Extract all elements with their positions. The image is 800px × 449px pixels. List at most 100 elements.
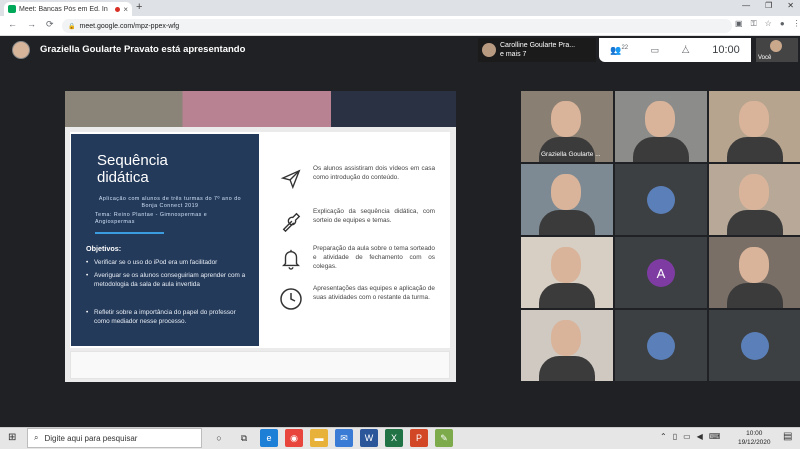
windows-start-icon[interactable]: ⊞ bbox=[8, 432, 16, 443]
maximize-button[interactable]: ❐ bbox=[765, 1, 772, 10]
participant-body bbox=[539, 210, 595, 235]
participants-label: Carolline Goularte Pra... e mais 7 bbox=[500, 41, 575, 59]
chevron-up-icon[interactable]: ⌃ bbox=[660, 432, 667, 441]
new-tab-button[interactable]: + bbox=[136, 1, 142, 13]
participant-tile[interactable] bbox=[521, 310, 613, 381]
profile-icon[interactable]: ● bbox=[780, 19, 785, 29]
objective-item: Averiguar se os alunos conseguiriam apre… bbox=[86, 271, 252, 289]
url-field[interactable]: 🔒 meet.google.com/mpz-ppex-wfg bbox=[62, 19, 732, 33]
step-item: Apresentações das equipes e aplicação de… bbox=[278, 284, 438, 324]
tab-title: Meet: Bancas Pós em Ed. In bbox=[19, 5, 108, 13]
participant-tile[interactable]: Graziella Goularte ... bbox=[521, 91, 613, 162]
step-item: Preparação da aula sobre o tema sorteado… bbox=[278, 244, 438, 284]
participant-video bbox=[739, 101, 769, 137]
participant-avatar bbox=[482, 43, 496, 57]
participant-tile[interactable] bbox=[521, 164, 613, 235]
recording-dot-icon bbox=[115, 6, 121, 12]
participant-video bbox=[551, 101, 581, 137]
camera-icon[interactable]: ▣ bbox=[735, 19, 743, 29]
taskbar-apps: ○ ⧉ e ◉ ▬ ✉ W X P ✎ bbox=[210, 429, 453, 447]
participants-more: e mais 7 bbox=[500, 51, 527, 58]
participant-avatar bbox=[647, 186, 675, 214]
participant-video bbox=[551, 174, 581, 210]
participant-initial-avatar: A bbox=[647, 259, 675, 287]
objectives-heading: Objetivos: bbox=[86, 244, 122, 253]
nav-buttons: ← → ⟳ bbox=[8, 19, 54, 30]
people-icon: 👥 bbox=[610, 44, 622, 55]
extension-icons: ▣ ⚿ ☆ ● ⋮ bbox=[735, 19, 800, 29]
participant-video bbox=[739, 174, 769, 210]
slide-divider bbox=[95, 232, 164, 234]
menu-icon[interactable]: ⋮ bbox=[793, 19, 800, 29]
volume-icon[interactable]: ◀ bbox=[697, 432, 703, 441]
file-explorer-icon[interactable]: ▬ bbox=[310, 429, 328, 447]
tab-close-icon[interactable]: × bbox=[123, 5, 128, 14]
close-window-button[interactable]: ✕ bbox=[787, 1, 794, 10]
chat-icon[interactable]: ▭ bbox=[651, 45, 660, 56]
step-text: Preparação da aula sobre o tema sorteado… bbox=[313, 245, 435, 270]
activities-icon[interactable]: ⧊ bbox=[682, 45, 690, 56]
clock-date: 19/12/2020 bbox=[738, 439, 771, 446]
participant-tile[interactable] bbox=[709, 164, 800, 235]
meet-controls: 👥22 ▭ ⧊ 10:00 bbox=[599, 38, 751, 62]
browser-tab[interactable]: Meet: Bancas Pós em Ed. In × bbox=[4, 2, 132, 16]
task-view-icon[interactable]: ⧉ bbox=[235, 429, 253, 447]
key-icon[interactable]: ⚿ bbox=[751, 19, 757, 29]
network-icon[interactable]: ▭ bbox=[683, 432, 691, 441]
participant-tile[interactable] bbox=[709, 310, 800, 381]
participant-tile[interactable] bbox=[615, 164, 707, 235]
participant-tile[interactable] bbox=[709, 237, 800, 308]
presenting-text: Graziella Goularte Pravato está apresent… bbox=[40, 44, 246, 55]
participant-tile[interactable] bbox=[615, 310, 707, 381]
powerpoint-icon[interactable]: P bbox=[410, 429, 428, 447]
step-item: Os alunos assistiram dois vídeos em casa… bbox=[278, 164, 438, 204]
minimize-button[interactable]: — bbox=[742, 1, 750, 10]
bell-icon bbox=[278, 246, 304, 272]
keyboard-icon[interactable]: ⌨ bbox=[709, 432, 721, 441]
paint-icon[interactable]: ✎ bbox=[435, 429, 453, 447]
clock-time: 10:00 bbox=[746, 430, 763, 437]
search-placeholder: Digite aqui para pesquisar bbox=[44, 433, 138, 443]
participant-body bbox=[727, 137, 783, 162]
reload-icon[interactable]: ⟳ bbox=[46, 19, 54, 30]
taskbar-search[interactable]: ⌕ Digite aqui para pesquisar bbox=[27, 428, 202, 448]
mail-icon[interactable]: ✉ bbox=[335, 429, 353, 447]
clock-icon bbox=[278, 286, 304, 312]
participant-body bbox=[633, 137, 689, 162]
excel-icon[interactable]: X bbox=[385, 429, 403, 447]
participant-tile[interactable] bbox=[615, 91, 707, 162]
slide-tema: Tema: Reino Plantae - Gimnospermas e Ang… bbox=[95, 212, 208, 225]
taskbar-clock[interactable]: 10:00 19/12/2020 bbox=[738, 429, 771, 447]
back-arrow-icon[interactable]: ← bbox=[8, 19, 17, 30]
participant-video bbox=[645, 101, 675, 137]
slide-title-line1: Sequência bbox=[97, 152, 168, 169]
participant-tile[interactable] bbox=[521, 237, 613, 308]
step-text: Explicação da sequência didática, com so… bbox=[313, 208, 435, 224]
edge-icon[interactable]: e bbox=[260, 429, 278, 447]
participant-video bbox=[551, 247, 581, 283]
meeting-time: 10:00 bbox=[712, 44, 740, 56]
participant-tile[interactable] bbox=[709, 91, 800, 162]
slide-title: Sequência didática bbox=[97, 152, 247, 186]
cortana-icon[interactable]: ○ bbox=[210, 429, 228, 447]
participant-body bbox=[539, 283, 595, 308]
step-text: Os alunos assistiram dois vídeos em casa… bbox=[313, 165, 435, 181]
self-view[interactable]: Você bbox=[756, 38, 798, 62]
participant-avatar bbox=[741, 332, 769, 360]
self-label: Você bbox=[758, 55, 772, 61]
notification-icon[interactable]: ▤ bbox=[783, 431, 792, 442]
forward-arrow-icon[interactable]: → bbox=[27, 19, 36, 30]
participant-body bbox=[539, 356, 595, 381]
participants-chip[interactable]: Carolline Goularte Pra... e mais 7 bbox=[478, 38, 596, 62]
people-button[interactable]: 👥22 bbox=[610, 45, 628, 56]
participant-tile[interactable]: A bbox=[615, 237, 707, 308]
word-icon[interactable]: W bbox=[360, 429, 378, 447]
chrome-icon[interactable]: ◉ bbox=[285, 429, 303, 447]
url-text: meet.google.com/mpz-ppex-wfg bbox=[79, 22, 180, 30]
battery-icon[interactable]: ▯ bbox=[673, 432, 677, 441]
meet-favicon-icon bbox=[8, 5, 16, 13]
star-icon[interactable]: ☆ bbox=[765, 19, 772, 29]
presenter-avatar bbox=[12, 41, 30, 59]
search-icon: ⌕ bbox=[34, 433, 39, 442]
slide-title-line2: didática bbox=[97, 169, 149, 186]
